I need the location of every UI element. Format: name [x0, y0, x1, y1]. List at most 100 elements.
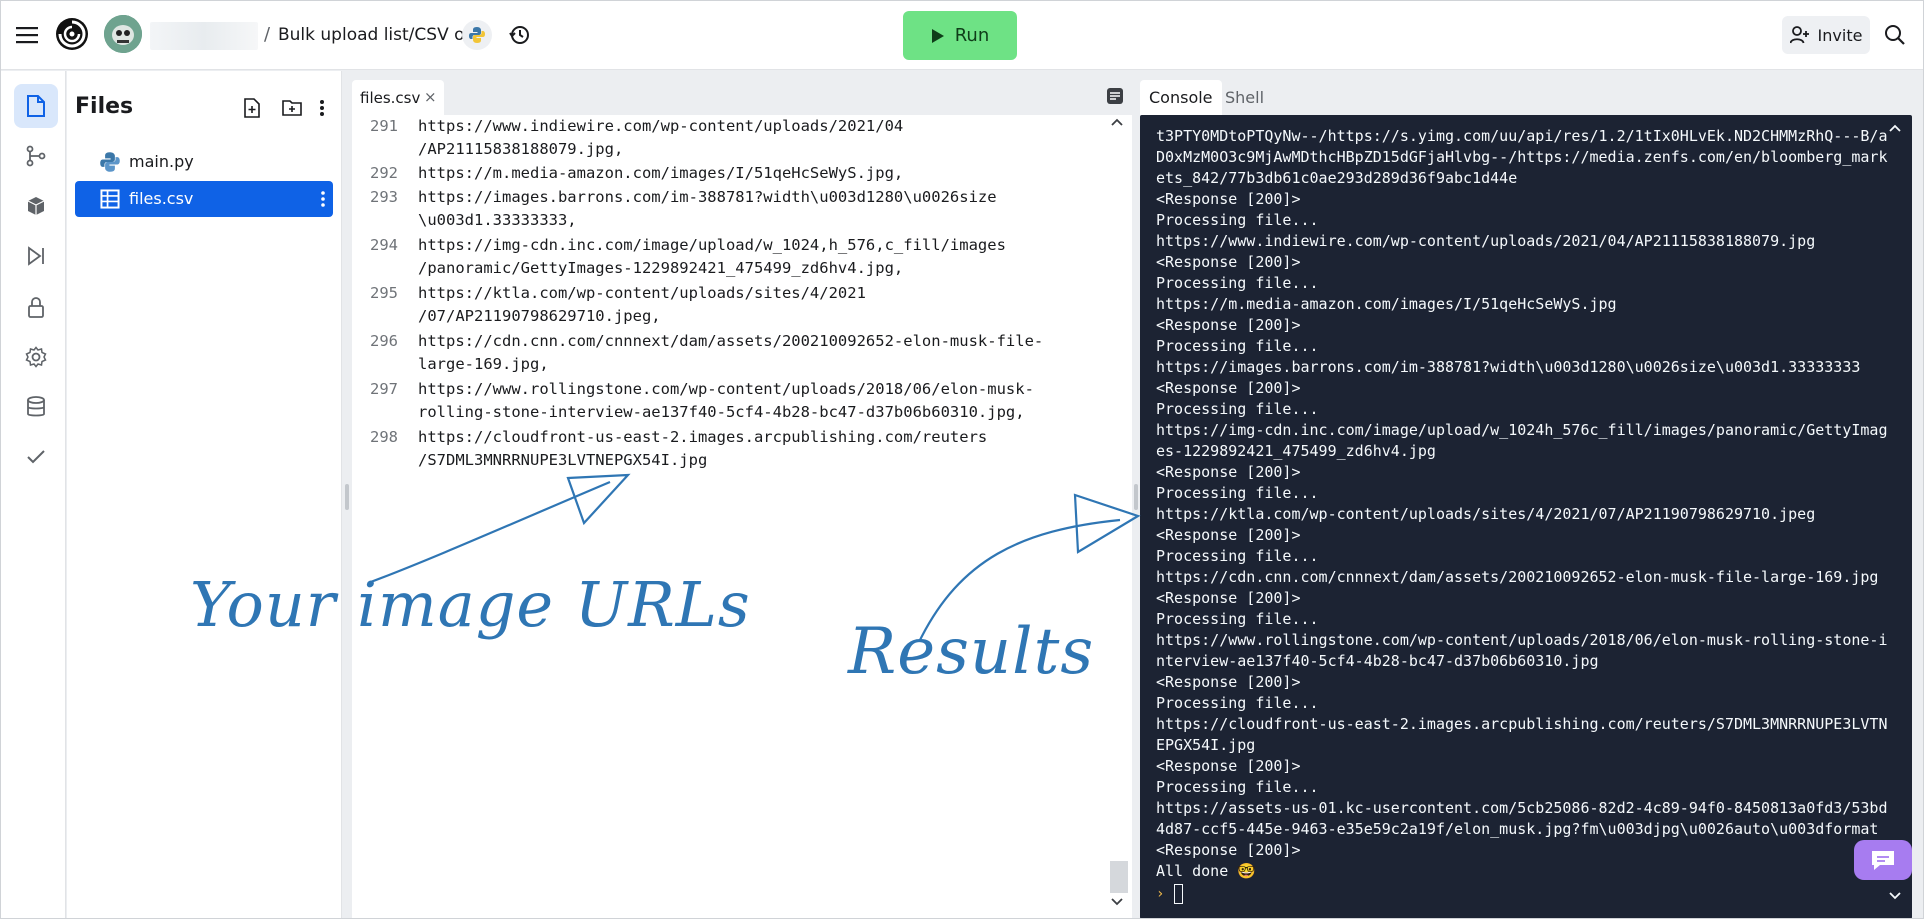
- history-icon[interactable]: [504, 20, 534, 50]
- activity-bar: [0, 71, 66, 919]
- file-name: files.csv: [129, 189, 194, 208]
- packages-icon[interactable]: [14, 184, 58, 228]
- file-item-files-csv[interactable]: files.csv: [75, 181, 333, 217]
- text-cursor[interactable]: [1174, 884, 1183, 904]
- console-line: <Response [200]>: [1156, 379, 1301, 397]
- files-heading: Files: [75, 94, 134, 119]
- console-line: https://www.rollingstone.com/wp-content/…: [1156, 631, 1888, 649]
- tests-icon[interactable]: [14, 435, 58, 479]
- layout-icon[interactable]: [1106, 87, 1124, 105]
- add-user-icon: [1789, 26, 1809, 44]
- console-line: Processing file...: [1156, 547, 1319, 565]
- file-item-main-py[interactable]: main.py: [75, 144, 333, 180]
- code-line: /07/AP21190798629710.jpeg,: [418, 307, 661, 325]
- code-line: https://cloudfront-us-east-2.images.arcp…: [418, 428, 988, 446]
- line-number: 296: [370, 332, 398, 350]
- top-bar: / Bulk upload list/CSV o... Run Invite: [0, 0, 1924, 70]
- scroll-up-icon[interactable]: [1888, 123, 1902, 133]
- line-number: 295: [370, 284, 398, 302]
- tab-files-csv[interactable]: files.csv ×: [352, 80, 444, 115]
- console-line: Processing file...: [1156, 694, 1319, 712]
- scroll-down-icon[interactable]: [1110, 897, 1124, 907]
- annotation-results: Results: [848, 615, 1095, 689]
- scroll-down-icon[interactable]: [1888, 891, 1902, 901]
- console-line: <Response [200]>: [1156, 316, 1301, 334]
- tab-shell[interactable]: Shell: [1216, 80, 1273, 115]
- console-line: Processing file...: [1156, 400, 1319, 418]
- console-line: <Response [200]>: [1156, 673, 1301, 691]
- resize-handle[interactable]: [345, 484, 349, 510]
- prompt-icon: ›: [1156, 886, 1165, 902]
- debugger-icon[interactable]: [14, 234, 58, 278]
- tab-label: files.csv: [360, 89, 421, 107]
- scroll-up-icon[interactable]: [1110, 117, 1124, 127]
- python-icon[interactable]: [462, 20, 492, 50]
- code-line: /AP21115838188079.jpg,: [418, 140, 624, 158]
- avatar[interactable]: [104, 15, 142, 53]
- settings-icon[interactable]: [14, 335, 58, 379]
- search-icon[interactable]: [1880, 20, 1910, 50]
- new-folder-icon[interactable]: [279, 95, 305, 121]
- code-line: https://cdn.cnn.com/cnnnext/dam/assets/2…: [418, 332, 1044, 350]
- invite-button[interactable]: Invite: [1782, 16, 1870, 54]
- console-line: Processing file...: [1156, 610, 1319, 628]
- database-icon[interactable]: [14, 385, 58, 429]
- repl-title[interactable]: Bulk upload list/CSV o...: [278, 25, 480, 45]
- console-line: https://ktla.com/wp-content/uploads/site…: [1156, 505, 1816, 523]
- files-icon[interactable]: [14, 84, 58, 128]
- chat-button[interactable]: [1854, 840, 1912, 880]
- secrets-icon[interactable]: [14, 285, 58, 329]
- code-line: /panoramic/GettyImages-1229892421_475499…: [418, 259, 904, 277]
- tab-console[interactable]: Console: [1140, 80, 1222, 115]
- console-line: <Response [200]>: [1156, 526, 1301, 544]
- console-line: https://m.media-amazon.com/images/I/51qe…: [1156, 295, 1617, 313]
- console-line: ets_842/77b3db61c0ae293d289d36f9abc1d44e: [1156, 169, 1518, 187]
- annotation-your-image-urls: Your image URLs: [190, 568, 751, 641]
- console-line: https://img-cdn.inc.com/image/upload/w_1…: [1156, 421, 1888, 439]
- console-line: es-1229892421_475499_zd6hv4.jpg: [1156, 442, 1436, 460]
- line-number: 291: [370, 117, 398, 135]
- play-icon: [931, 28, 944, 43]
- line-number: 292: [370, 164, 398, 182]
- console-panel: Console Shell t3PTY0MDtoPTQyNw--/https:/…: [1140, 71, 1924, 919]
- console-line: <Response [200]>: [1156, 253, 1301, 271]
- file-tree-panel: Files main.py files.csv: [67, 71, 342, 919]
- code-line: https://www.rollingstone.com/wp-content/…: [418, 380, 1034, 398]
- breadcrumb-separator: /: [264, 24, 271, 45]
- console-line: 4d87-ccf5-445e-9463-e35e59c2a19f/elon_mu…: [1156, 820, 1879, 838]
- code-line: https://img-cdn.inc.com/image/upload/w_1…: [418, 236, 1006, 254]
- console-line: <Response [200]>: [1156, 757, 1301, 775]
- console-line: https://cloudfront-us-east-2.images.arcp…: [1156, 715, 1888, 733]
- resize-handle[interactable]: [1134, 484, 1138, 510]
- code-area[interactable]: 291 https://www.indiewire.com/wp-content…: [352, 115, 1132, 919]
- console-line: <Response [200]>: [1156, 463, 1301, 481]
- line-number: 293: [370, 188, 398, 206]
- console-line: Processing file...: [1156, 211, 1319, 229]
- table-file-icon: [100, 189, 120, 209]
- code-line: large-169.jpg,: [418, 355, 549, 373]
- new-file-icon[interactable]: [239, 95, 265, 121]
- file-name: main.py: [129, 152, 194, 171]
- console-output[interactable]: t3PTY0MDtoPTQyNw--/https://s.yimg.com/uu…: [1140, 115, 1912, 919]
- owner-name-redacted: [150, 22, 258, 50]
- console-line: <Response [200]>: [1156, 841, 1301, 859]
- code-line: https://www.indiewire.com/wp-content/upl…: [418, 117, 904, 135]
- code-line: rolling-stone-interview-ae137f40-5cf4-4b…: [418, 403, 1025, 421]
- close-icon[interactable]: ×: [424, 88, 437, 106]
- console-line: <Response [200]>: [1156, 589, 1301, 607]
- console-line: https://www.indiewire.com/wp-content/upl…: [1156, 232, 1816, 250]
- run-button[interactable]: Run: [903, 11, 1017, 60]
- file-more-icon[interactable]: [321, 191, 325, 207]
- run-label: Run: [954, 25, 990, 46]
- console-line: D0xMzM0O3c9MjAwMDthcHBpZD15dGFjaHlvbg--/…: [1156, 148, 1888, 166]
- scrollbar-thumb[interactable]: [1110, 861, 1128, 893]
- git-icon[interactable]: [14, 134, 58, 178]
- hamburger-icon[interactable]: [14, 20, 40, 50]
- more-options-icon[interactable]: [309, 95, 335, 121]
- console-line: https://cdn.cnn.com/cnnnext/dam/assets/2…: [1156, 568, 1879, 586]
- replit-logo-icon[interactable]: [52, 14, 92, 54]
- console-line: Processing file...: [1156, 778, 1319, 796]
- chat-icon: [1872, 851, 1894, 870]
- invite-label: Invite: [1817, 25, 1863, 45]
- python-file-icon: [100, 152, 120, 172]
